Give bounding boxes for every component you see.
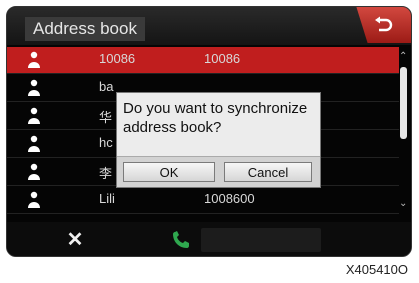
scroll-thumb[interactable] (400, 67, 407, 139)
person-icon (28, 191, 40, 208)
scrollbar[interactable]: ⌃ ⌄ (399, 51, 408, 209)
footer-spacer (201, 228, 321, 252)
phone-icon[interactable] (170, 229, 194, 251)
address-book-screen: Address book 10086 10086 ba 华 hc 李 Lili … (6, 6, 412, 257)
dialog-button-bar: OK Cancel (117, 156, 320, 187)
back-button[interactable] (356, 7, 411, 43)
person-icon (28, 135, 40, 152)
sync-dialog: Do you want to synchronize address book?… (116, 92, 321, 188)
person-icon (28, 163, 40, 180)
contact-name: 华 (99, 110, 113, 125)
person-icon (28, 107, 40, 124)
close-icon[interactable]: ✕ (63, 230, 87, 250)
person-icon (28, 79, 40, 96)
contact-name: 10086 (99, 51, 136, 66)
ok-button[interactable]: OK (123, 162, 215, 182)
contact-name: hc (99, 135, 113, 150)
contact-row-lili[interactable]: Lili 1008600 (7, 187, 399, 214)
contact-number: 10086 (204, 51, 241, 66)
person-icon (28, 51, 40, 68)
contact-name: Lili (99, 191, 115, 206)
back-arrow-icon (375, 16, 393, 32)
contact-number: 1008600 (204, 191, 255, 206)
chevron-down-icon[interactable]: ⌄ (399, 198, 407, 209)
contact-row-10086[interactable]: 10086 10086 (7, 47, 399, 74)
header-bar: Address book (7, 7, 411, 45)
contact-name: 李 (99, 166, 113, 181)
cancel-button[interactable]: Cancel (224, 162, 312, 182)
page-title: Address book (25, 17, 145, 41)
chevron-up-icon[interactable]: ⌃ (399, 51, 407, 62)
footer-bar: ✕ (7, 222, 411, 256)
dialog-message: Do you want to synchronize address book? (123, 100, 308, 136)
figure-code: X405410O (345, 262, 408, 277)
contact-name: ba (99, 79, 114, 94)
